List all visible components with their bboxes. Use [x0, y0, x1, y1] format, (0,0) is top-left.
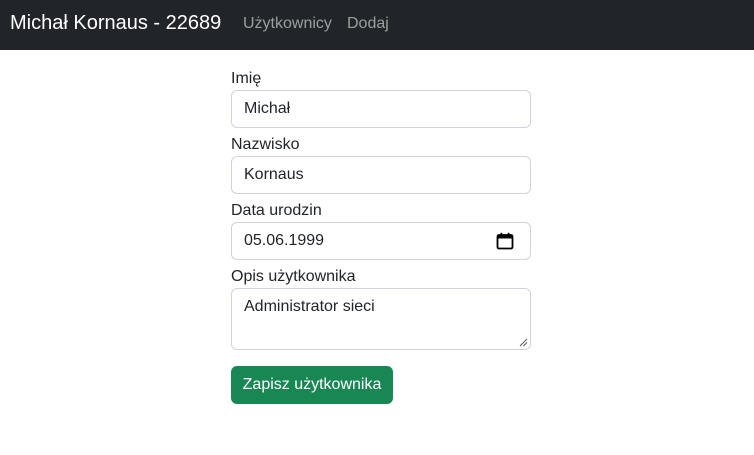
- nav-link-users[interactable]: Użytkownicy: [243, 14, 332, 34]
- save-user-button[interactable]: Zapisz użytkownika: [231, 366, 393, 404]
- description-textarea[interactable]: Administrator sieci: [231, 288, 531, 350]
- first-name-label: Imię: [231, 70, 262, 87]
- navbar: Michał Kornaus - 22689 Użytkownicy Dodaj: [0, 0, 754, 50]
- navbar-brand[interactable]: Michał Kornaus - 22689: [10, 11, 221, 35]
- last-name-input[interactable]: Kornaus: [231, 156, 531, 194]
- birth-date-value: 05.06.1999: [244, 232, 325, 249]
- resize-handle-icon[interactable]: [519, 338, 528, 347]
- first-name-value: Michał: [244, 100, 291, 117]
- description-label: Opis użytkownika: [231, 268, 356, 285]
- calendar-icon[interactable]: [496, 232, 514, 250]
- description-value: Administrator sieci: [244, 298, 375, 315]
- birth-date-label: Data urodzin: [231, 202, 322, 219]
- last-name-value: Kornaus: [244, 166, 304, 183]
- birth-date-input[interactable]: 05.06.1999: [231, 222, 531, 260]
- last-name-label: Nazwisko: [231, 136, 300, 153]
- nav-link-add[interactable]: Dodaj: [347, 14, 389, 34]
- first-name-input[interactable]: Michał: [231, 90, 531, 128]
